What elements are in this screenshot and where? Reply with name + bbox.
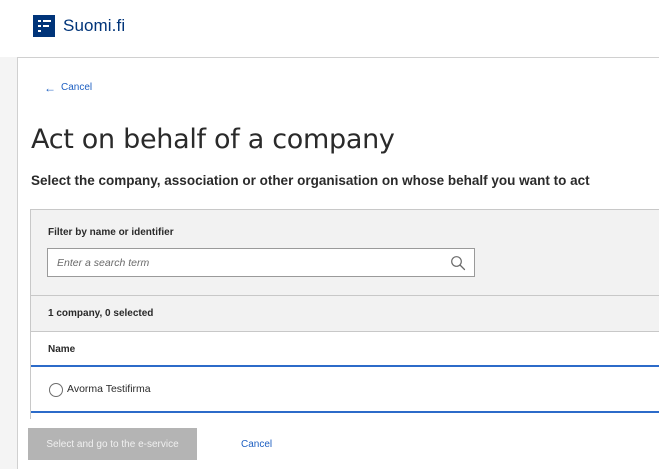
results-count-row: 1 company, 0 selected: [31, 296, 659, 332]
name-column-header: Name: [31, 332, 659, 367]
company-name: Avorma Testifirma: [67, 383, 151, 395]
cancel-link[interactable]: Cancel: [241, 439, 272, 450]
arrow-left-icon: ←: [44, 80, 56, 95]
company-row[interactable]: Avorma Testifirma: [31, 367, 659, 413]
company-selection-box: Filter by name or identifier 1 company, …: [30, 209, 659, 419]
filter-label: Filter by name or identifier: [48, 227, 174, 238]
name-column-label: Name: [48, 344, 76, 355]
search-icon[interactable]: [450, 255, 466, 271]
main-content: ← Cancel Act on behalf of a company Sele…: [17, 57, 659, 469]
filter-section: Filter by name or identifier: [31, 210, 659, 296]
results-count: 1 company, 0 selected: [48, 308, 154, 319]
site-header: Suomi.fi: [0, 0, 659, 57]
suomi-fi-logo-icon: [33, 15, 55, 37]
back-cancel-link[interactable]: ← Cancel: [44, 80, 93, 95]
select-and-go-button[interactable]: Select and go to the e-service: [28, 428, 197, 460]
page-subtitle: Select the company, association or other…: [31, 173, 590, 188]
search-input[interactable]: [48, 249, 438, 276]
suomi-fi-logo-link[interactable]: Suomi.fi: [33, 15, 125, 37]
search-field: [47, 248, 475, 277]
back-link-label: Cancel: [61, 82, 93, 93]
logo-text: Suomi.fi: [63, 16, 126, 35]
company-radio-button[interactable]: [49, 383, 63, 397]
page-title: Act on behalf of a company: [31, 124, 395, 155]
